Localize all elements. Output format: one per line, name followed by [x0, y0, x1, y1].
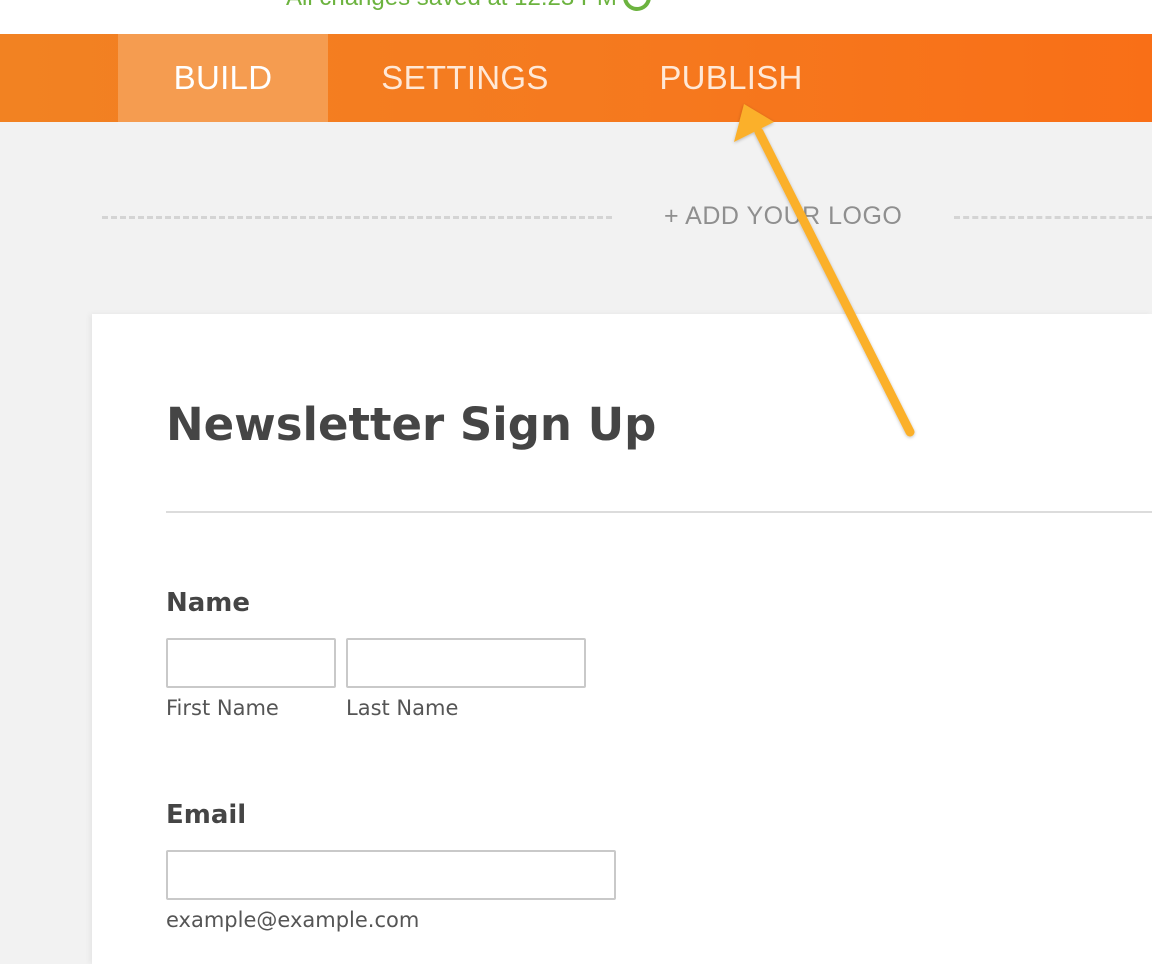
form-card: Newsletter Sign Up Name First Name Last …	[92, 314, 1152, 964]
add-logo-button[interactable]: + ADD YOUR LOGO	[664, 202, 902, 231]
saved-check-icon	[622, 0, 651, 11]
save-status-text: All changes saved at 12:23 PM	[286, 0, 617, 11]
tab-publish[interactable]: PUBLISH	[648, 34, 814, 122]
logo-divider-right	[954, 216, 1152, 219]
email-sublabel: example@example.com	[166, 908, 420, 932]
first-name-input[interactable]	[166, 638, 336, 688]
first-name-sublabel: First Name	[166, 696, 279, 720]
last-name-sublabel: Last Name	[346, 696, 459, 720]
save-status: All changes saved at 12:23 PM	[286, 0, 651, 13]
top-status-strip: All changes saved at 12:23 PM	[0, 0, 1152, 34]
tab-build[interactable]: BUILD	[118, 34, 328, 122]
last-name-input[interactable]	[346, 638, 586, 688]
tab-settings[interactable]: SETTINGS	[370, 34, 560, 122]
logo-row: + ADD YOUR LOGO	[0, 196, 1152, 240]
form-title-divider	[166, 511, 1152, 513]
name-field-label[interactable]: Name	[166, 588, 250, 618]
logo-divider-left	[102, 216, 612, 219]
email-field-label[interactable]: Email	[166, 800, 246, 830]
builder-navbar: BUILD SETTINGS PUBLISH	[0, 34, 1152, 122]
form-title[interactable]: Newsletter Sign Up	[166, 398, 656, 451]
email-input[interactable]	[166, 850, 616, 900]
